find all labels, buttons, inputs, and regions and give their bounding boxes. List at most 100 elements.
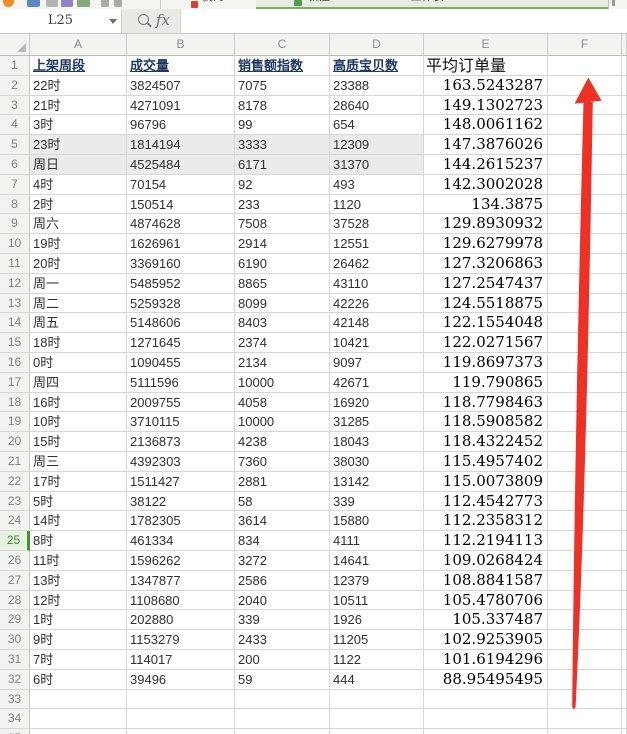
row-header-16[interactable]: 16 [0, 353, 30, 373]
cell-C11[interactable]: 6190 [235, 254, 330, 274]
cell-A16[interactable]: 0时 [30, 353, 127, 373]
cell-F32[interactable] [548, 670, 622, 690]
cell-A9[interactable]: 周六 [30, 214, 127, 234]
row-header-2[interactable]: 2 [0, 76, 30, 96]
cell-G5[interactable] [622, 135, 627, 155]
cell-G31[interactable] [622, 650, 627, 670]
cell-B7[interactable]: 70154 [127, 175, 235, 195]
cell-G24[interactable] [622, 511, 627, 531]
cell-F31[interactable] [548, 650, 622, 670]
cell-B4[interactable]: 96796 [127, 115, 235, 135]
cell-C33[interactable] [235, 690, 330, 710]
cell-A10[interactable]: 19时 [30, 234, 127, 254]
cell-E16[interactable]: 119.8697373 [424, 353, 548, 373]
cell-D29[interactable]: 1926 [330, 610, 424, 630]
cell-D28[interactable]: 10511 [330, 591, 424, 611]
column-header-g-partial[interactable] [622, 34, 627, 55]
row-header-26[interactable]: 26 [0, 551, 30, 571]
cell-D19[interactable]: 31285 [330, 412, 424, 432]
cell-C5[interactable]: 3333 [235, 135, 330, 155]
cell-E33[interactable] [424, 690, 548, 710]
cell-C4[interactable]: 99 [235, 115, 330, 135]
cell-G27[interactable] [622, 571, 627, 591]
cell-A14[interactable]: 周五 [30, 313, 127, 333]
cell-C18[interactable]: 4058 [235, 393, 330, 413]
cell-E10[interactable]: 129.6279978 [424, 234, 548, 254]
cell-F22[interactable] [548, 472, 622, 492]
cell-E14[interactable]: 122.1554048 [424, 313, 548, 333]
cell-F3[interactable] [548, 96, 622, 116]
row-header-30[interactable]: 30 [0, 630, 30, 650]
cell-A34[interactable] [30, 709, 127, 729]
cell-C3[interactable]: 8178 [235, 96, 330, 116]
cell-A31[interactable]: 7时 [30, 650, 127, 670]
cell-F18[interactable] [548, 393, 622, 413]
column-header-b[interactable]: B [127, 34, 235, 55]
cell-F24[interactable] [548, 511, 622, 531]
cell-B13[interactable]: 5259328 [127, 294, 235, 314]
cell-G18[interactable] [622, 393, 627, 413]
cell-D7[interactable]: 493 [330, 175, 424, 195]
cell-F1[interactable] [548, 56, 622, 76]
cell-B22[interactable]: 1511427 [127, 472, 235, 492]
cell-F4[interactable] [548, 115, 622, 135]
cell-E20[interactable]: 118.4322452 [424, 432, 548, 452]
row-header-32[interactable]: 32 [0, 670, 30, 690]
cell-F16[interactable] [548, 353, 622, 373]
cell-A3[interactable]: 21时 [30, 96, 127, 116]
cell-A5[interactable]: 23时 [30, 135, 127, 155]
column-header-d[interactable]: D [330, 34, 424, 55]
cell-C22[interactable]: 2881 [235, 472, 330, 492]
cell-F20[interactable] [548, 432, 622, 452]
row-header-33[interactable]: 33 [0, 690, 30, 710]
cell-A19[interactable]: 10时 [30, 412, 127, 432]
cell-C19[interactable]: 10000 [235, 412, 330, 432]
cell-B1[interactable]: 成交量 [127, 56, 235, 76]
cell-F34[interactable] [548, 709, 622, 729]
cell-E9[interactable]: 129.8930932 [424, 214, 548, 234]
cell-D1[interactable]: 高质宝贝数 [330, 56, 424, 76]
cell-G19[interactable] [622, 412, 627, 432]
cell-A20[interactable]: 15时 [30, 432, 127, 452]
cell-G32[interactable] [622, 670, 627, 690]
cell-F33[interactable] [548, 690, 622, 710]
cell-C14[interactable]: 8403 [235, 313, 330, 333]
cell-E35[interactable] [424, 729, 548, 734]
cell-C1[interactable]: 销售额指数 [235, 56, 330, 76]
cell-B19[interactable]: 3710115 [127, 412, 235, 432]
redo-icon[interactable] [114, 0, 122, 7]
name-box-dropdown-icon[interactable] [109, 19, 117, 24]
cell-G21[interactable] [622, 452, 627, 472]
row-header-9[interactable]: 9 [0, 214, 30, 234]
cell-A11[interactable]: 20时 [30, 254, 127, 274]
cell-D30[interactable]: 11205 [330, 630, 424, 650]
cell-E19[interactable]: 118.5908582 [424, 412, 548, 432]
cell-G14[interactable] [622, 313, 627, 333]
cell-B14[interactable]: 5148606 [127, 313, 235, 333]
cell-D3[interactable]: 28640 [330, 96, 424, 116]
cell-C27[interactable]: 2586 [235, 571, 330, 591]
cell-D33[interactable] [330, 690, 424, 710]
cell-E1[interactable]: 平均订单量 [424, 56, 548, 76]
cell-C26[interactable]: 3272 [235, 551, 330, 571]
cell-E12[interactable]: 127.2547437 [424, 274, 548, 294]
cell-G35[interactable] [622, 729, 627, 734]
cell-C25[interactable]: 834 [235, 531, 330, 551]
cell-E29[interactable]: 105.337487 [424, 610, 548, 630]
cell-D24[interactable]: 15880 [330, 511, 424, 531]
row-header-4[interactable]: 4 [0, 115, 30, 135]
row-header-27[interactable]: 27 [0, 571, 30, 591]
row-header-14[interactable]: 14 [0, 313, 30, 333]
cell-C30[interactable]: 2433 [235, 630, 330, 650]
cell-F29[interactable] [548, 610, 622, 630]
cell-C6[interactable]: 6171 [235, 155, 330, 175]
share-icon[interactable] [61, 0, 73, 7]
column-header-f[interactable]: F [548, 34, 622, 55]
cell-A15[interactable]: 18时 [30, 333, 127, 353]
cell-F14[interactable] [548, 313, 622, 333]
column-header-e[interactable]: E [424, 34, 548, 55]
cell-D26[interactable]: 14641 [330, 551, 424, 571]
cell-B12[interactable]: 5485952 [127, 274, 235, 294]
cell-G29[interactable] [622, 610, 627, 630]
column-header-c[interactable]: C [235, 34, 330, 55]
